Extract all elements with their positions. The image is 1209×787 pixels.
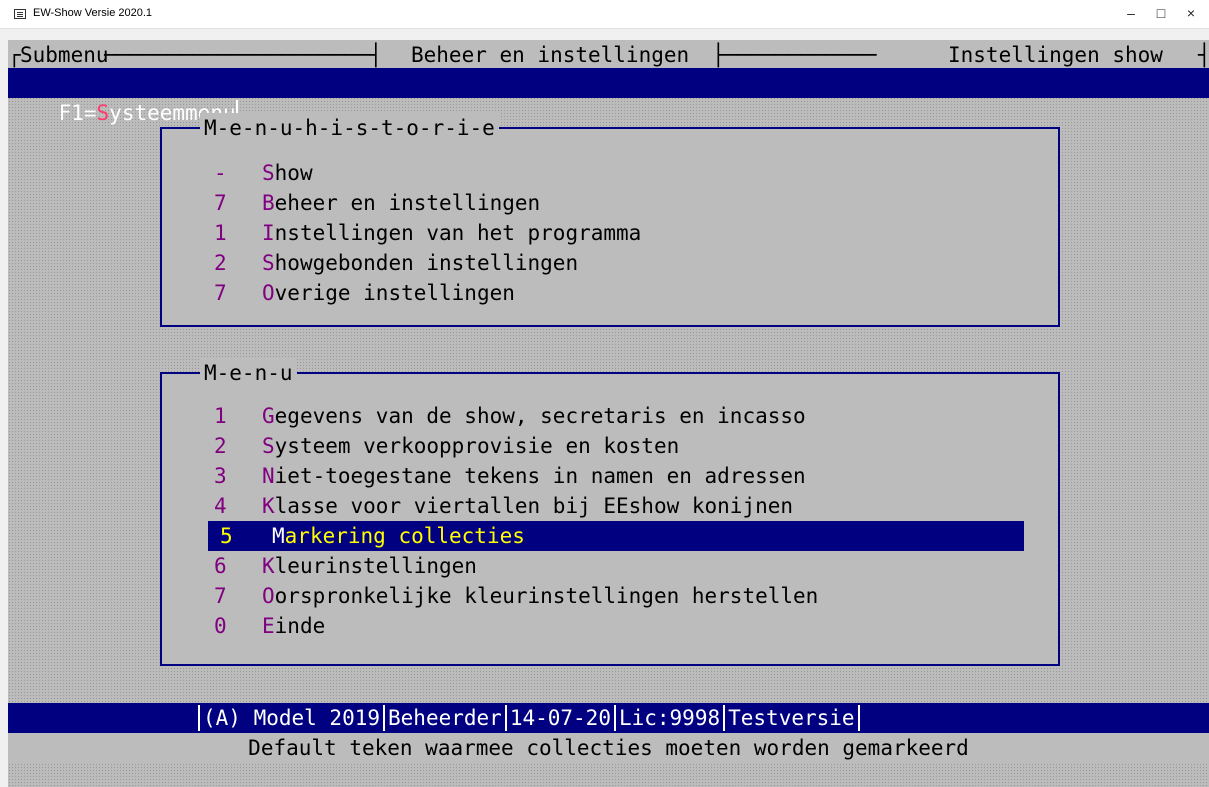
history-item[interactable]: 7 Overige instellingen <box>214 278 515 308</box>
status-version: Testversie <box>728 706 855 730</box>
window-titlebar: EW-Show Versie 2020.1 – □ × <box>0 0 1209 29</box>
status-model: (A) Model 2019 <box>203 706 381 730</box>
status-user: Beheerder <box>388 706 502 730</box>
header-right: Instellingen show <box>948 43 1163 67</box>
minimize-button[interactable]: – <box>1116 3 1146 23</box>
status-date: 14-07-20 <box>509 706 611 730</box>
menu-title: M-e-n-u <box>200 358 297 388</box>
history-title: M-e-n-u-h-i-s-t-o-r-i-e <box>200 113 499 143</box>
history-item[interactable]: 1 Instellingen van het programma <box>214 218 641 248</box>
menu-item[interactable]: 2 Systeem verkoopprovisie en kosten <box>214 431 679 461</box>
cursor-block <box>208 523 216 549</box>
app-icon <box>14 9 26 19</box>
header-line-right: ├──────────── <box>712 43 877 67</box>
header-right-border: ┤ <box>1198 43 1209 67</box>
history-box: M-e-n-u-h-i-s-t-o-r-i-e - Show 7 Beheer en… <box>160 113 1060 327</box>
history-item[interactable]: - Show <box>214 158 313 188</box>
menu-item[interactable]: 3 Niet-toegestane tekens in namen en adre… <box>214 461 806 491</box>
menu-item[interactable]: 0 Einde <box>214 611 325 641</box>
menu-item[interactable]: 6 Kleurinstellingen <box>214 551 477 581</box>
menu-box: M-e-n-u 1 Gegevens van de show, secretari… <box>160 358 1060 666</box>
history-item[interactable]: 2 Showgebonden instellingen <box>214 248 578 278</box>
header-line-left: ─────────────────────┤ <box>104 43 383 67</box>
header-row: ┌ Submenu ─────────────────────┤ Beheer … <box>8 40 1209 70</box>
status-license: Lic:9998 <box>618 706 721 730</box>
header-left-border: ┌ <box>8 43 21 67</box>
header-left: Submenu <box>20 43 109 67</box>
function-bar: F1=Systeemmenu <box>8 68 1209 126</box>
menu-item[interactable]: 1 Gegevens van de show, secretaris en inc… <box>214 401 806 431</box>
history-item[interactable]: 7 Beheer en instellingen <box>214 188 540 218</box>
status-divider <box>857 705 860 731</box>
maximize-button[interactable]: □ <box>1146 3 1176 23</box>
status-bar: (A) Model 2019 Beheerder 14-07-20 Lic:9998 T… <box>8 703 1209 733</box>
menu-item[interactable]: 4 Klasse voor viertallen bij EEshow konij… <box>214 491 793 521</box>
header-center: Beheer en instellingen <box>411 43 690 67</box>
window-title: EW-Show Versie 2020.1 <box>33 7 153 19</box>
close-button[interactable]: × <box>1176 3 1206 23</box>
menu-item-selected[interactable]: 5 Markering collecties <box>208 521 1024 551</box>
hint-line: Default teken waarmee collecties moeten … <box>8 733 1209 763</box>
console-area: ┌ Submenu ─────────────────────┤ Beheer … <box>8 40 1209 787</box>
menu-item[interactable]: 7 Oorspronkelijke kleurinstellingen herst… <box>214 581 818 611</box>
